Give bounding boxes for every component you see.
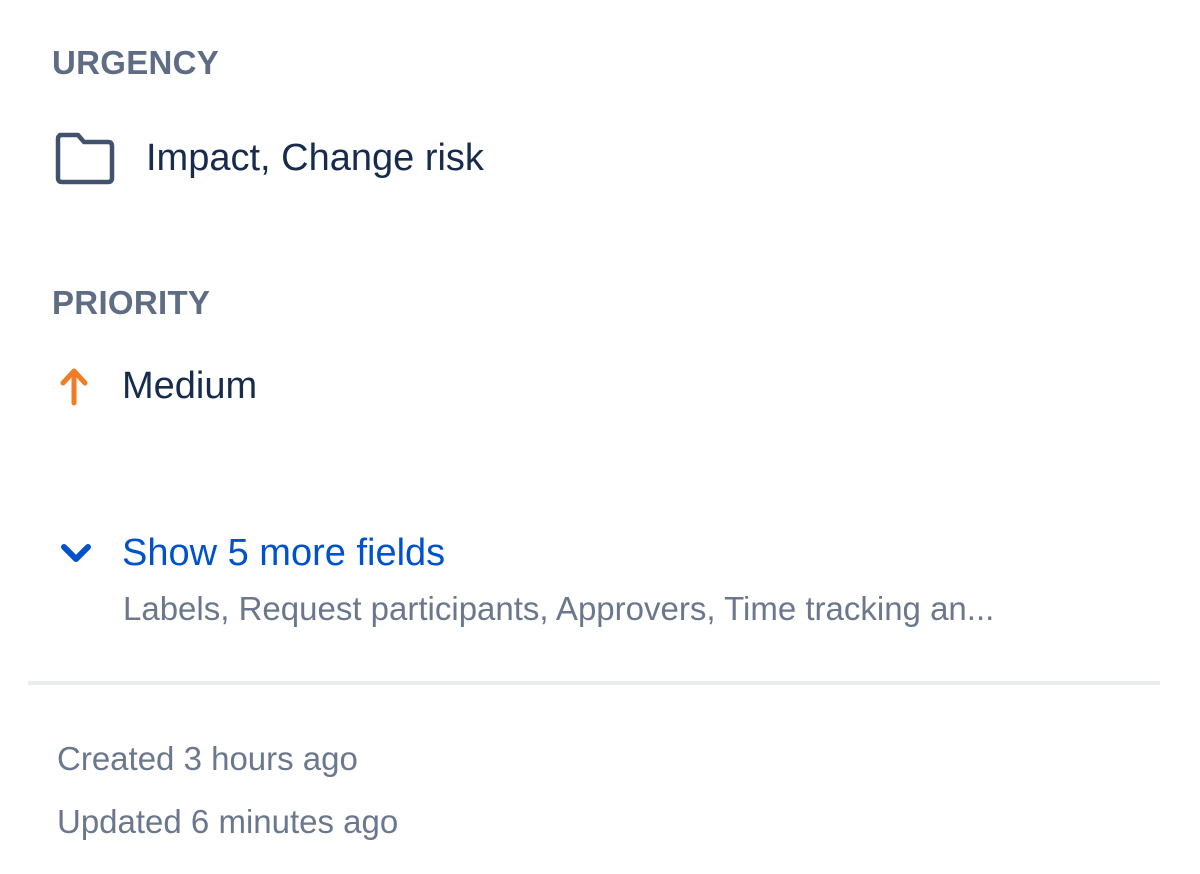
urgency-field-value[interactable]: Impact, Change risk: [54, 128, 484, 188]
created-timestamp: Created 3 hours ago: [57, 740, 358, 777]
updated-timestamp: Updated 6 minutes ago: [57, 803, 399, 840]
arrow-up-icon: [52, 361, 96, 411]
priority-field-value[interactable]: Medium: [52, 356, 257, 416]
issue-details-panel: URGENCY Impact, Change risk PRIORITY Med…: [0, 0, 1200, 874]
show-more-fields-label: Show 5 more fields: [122, 531, 446, 574]
hidden-fields-preview: Labels, Request participants, Approvers,…: [123, 590, 995, 627]
show-more-fields-button[interactable]: Show 5 more fields: [56, 524, 445, 582]
urgency-value-text: Impact, Change risk: [146, 136, 484, 179]
divider: [28, 681, 1160, 685]
priority-value-text: Medium: [122, 364, 258, 407]
chevron-down-icon: [56, 533, 96, 573]
urgency-field-label: URGENCY: [52, 44, 220, 81]
priority-field-label: PRIORITY: [52, 284, 211, 321]
folder-icon: [54, 130, 118, 186]
